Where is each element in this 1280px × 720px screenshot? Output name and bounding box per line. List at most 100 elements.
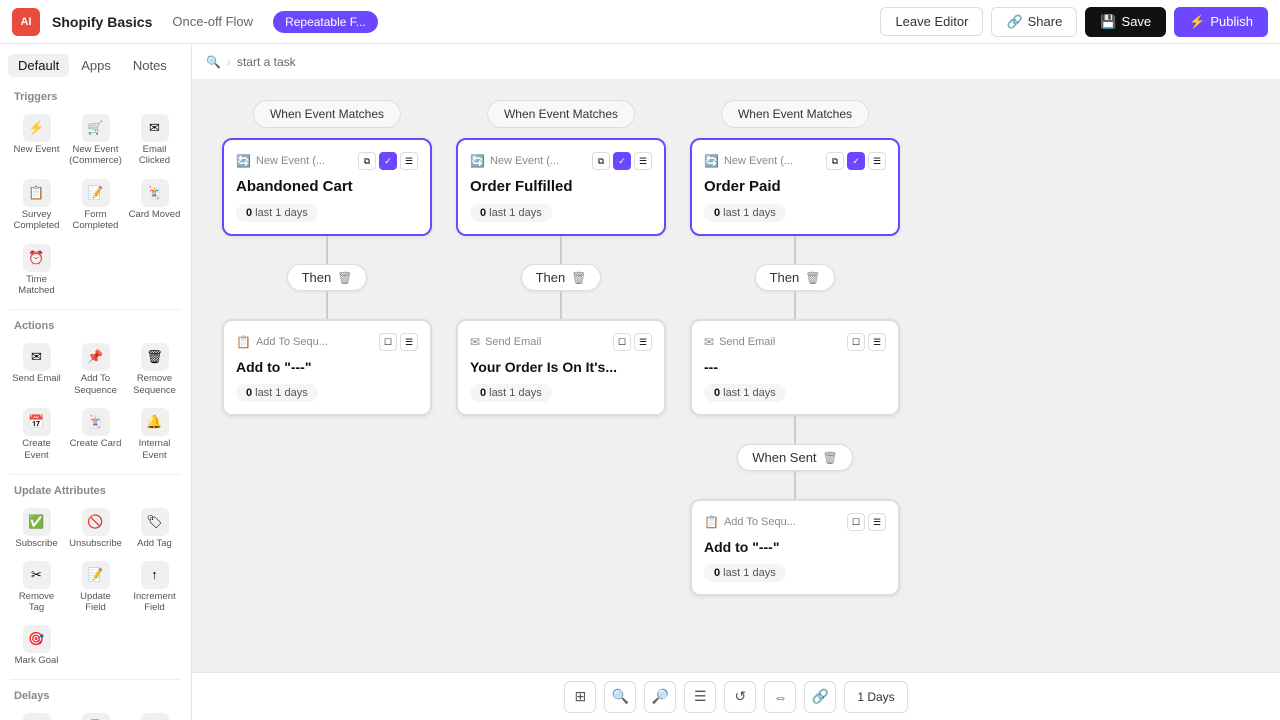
toolbar-zoom-in-btn[interactable]: 🔍: [604, 681, 636, 713]
card-moved-icon: 🃏: [141, 179, 169, 207]
update-field-icon: 📝: [82, 561, 110, 589]
second-action-node-3[interactable]: 📋 Add To Sequ... ☐ ☰ Add to "---" 0 last…: [690, 499, 900, 596]
action-node-3-title: Send Email: [719, 336, 842, 348]
sidebar-item-snooze[interactable]: 💤 Snooze: [126, 708, 183, 720]
node2-copy-btn[interactable]: ⧉: [592, 152, 610, 170]
mark-goal-icon: 🎯: [23, 625, 51, 653]
toolbar-merge-btn[interactable]: ⇔: [764, 681, 796, 713]
sidebar-item-send-email[interactable]: ✉ Send Email: [8, 338, 65, 401]
tab-default[interactable]: Default: [8, 54, 69, 77]
sidebar-item-internal-event[interactable]: 🔔 Internal Event: [126, 403, 183, 466]
form-completed-label: Form Completed: [69, 209, 122, 232]
action-node-1-title: Add To Sequ...: [256, 336, 374, 348]
sidebar-item-gate[interactable]: 🚪 Gate: [67, 708, 124, 720]
sidebar-item-mark-goal[interactable]: 🎯 Mark Goal: [8, 620, 65, 671]
sidebar-item-unsubscribe[interactable]: 🚫 Unsubscribe: [67, 503, 124, 554]
publish-button[interactable]: ⚡ Publish: [1174, 7, 1268, 37]
action1-menu-btn[interactable]: ☰: [400, 333, 418, 351]
action-node-1-body: Add to "---": [236, 359, 418, 375]
action-node-2[interactable]: ✉ Send Email ☐ ☰ Your Order Is On It's..…: [456, 319, 666, 416]
sidebar-item-new-event[interactable]: ⚡ New Event: [8, 109, 65, 172]
sidebar-item-subscribe[interactable]: ✅ Subscribe: [8, 503, 65, 554]
node3-menu-btn[interactable]: ☰: [868, 152, 886, 170]
node1-check-btn[interactable]: ✓: [379, 152, 397, 170]
action-node-3-icon: ✉: [704, 335, 714, 349]
toolbar-list-btn[interactable]: ☰: [684, 681, 716, 713]
topbar: AI Shopify Basics Once-off Flow Repeatab…: [0, 0, 1280, 44]
toolbar-refresh-btn[interactable]: ↺: [724, 681, 756, 713]
flow-columns: When Event Matches 🔄 New Event (... ⧉ ✓ …: [222, 100, 1250, 596]
trigger-node-2-body: Order Fulfilled: [470, 178, 652, 195]
card-moved-label: Card Moved: [129, 209, 181, 220]
sidebar-item-card-moved[interactable]: 🃏 Card Moved: [126, 174, 183, 237]
toolbar-grid-btn[interactable]: ⊞: [564, 681, 596, 713]
sidebar-item-new-event-commerce[interactable]: 🛒 New Event (Commerce): [67, 109, 124, 172]
tab-repeatable[interactable]: Repeatable F...: [273, 11, 378, 33]
sidebar-item-update-field[interactable]: 📝 Update Field: [67, 556, 124, 618]
then-badge-1[interactable]: Then 🗑: [287, 264, 368, 291]
when-sent-badge[interactable]: When Sent 🗑: [737, 444, 853, 471]
subscribe-icon: ✅: [23, 508, 51, 536]
action3-check-btn[interactable]: ☐: [847, 333, 865, 351]
action-node-1[interactable]: 📋 Add To Sequ... ☐ ☰ Add to "---" 0 last…: [222, 319, 432, 416]
actions-grid: ✉ Send Email 📌 Add To Sequence 🗑 Remove …: [0, 336, 191, 468]
action-node-2-body: Your Order Is On It's...: [470, 359, 652, 375]
tab-apps[interactable]: Apps: [71, 54, 121, 77]
sidebar-item-create-event[interactable]: 📅 Create Event: [8, 403, 65, 466]
send-email-icon: ✉: [23, 343, 51, 371]
sidebar-item-time-matched[interactable]: ⏰ Time Matched: [8, 239, 65, 302]
tab-notes[interactable]: Notes: [123, 54, 177, 77]
tab-once-off[interactable]: Once-off Flow: [164, 10, 261, 33]
action2-menu-btn[interactable]: ☰: [634, 333, 652, 351]
action-node-3[interactable]: ✉ Send Email ☐ ☰ --- 0 last 1 days: [690, 319, 900, 416]
trigger-node-2-icon: 🔄: [470, 154, 485, 168]
then-badge-2[interactable]: Then 🗑: [521, 264, 602, 291]
sidebar-item-form-completed[interactable]: 📝 Form Completed: [67, 174, 124, 237]
share-button[interactable]: 🔗 Share: [991, 7, 1077, 37]
sidebar-item-create-card[interactable]: 🃏 Create Card: [67, 403, 124, 466]
trigger-node-1-title: New Event (...: [256, 155, 353, 167]
second-action-3-title: Add To Sequ...: [724, 516, 842, 528]
node2-check-btn[interactable]: ✓: [613, 152, 631, 170]
trigger-node-2[interactable]: 🔄 New Event (... ⧉ ✓ ☰ Order Fulfilled 0: [456, 138, 666, 236]
toolbar-link-btn[interactable]: 🔗: [804, 681, 836, 713]
trigger-label-2: When Event Matches: [487, 100, 635, 128]
action1-check-btn[interactable]: ☐: [379, 333, 397, 351]
node1-menu-btn[interactable]: ☰: [400, 152, 418, 170]
breadcrumb-bar: 🔍 › start a task: [192, 44, 1280, 80]
save-button[interactable]: 💾 Save: [1085, 7, 1166, 37]
toolbar-days-btn[interactable]: 1 Days: [844, 681, 907, 713]
sidebar-item-increment-field[interactable]: ↑ Increment Field: [126, 556, 183, 618]
action3-menu-btn[interactable]: ☰: [868, 333, 886, 351]
sidebar-item-remove-sequence[interactable]: 🗑 Remove Sequence: [126, 338, 183, 401]
snooze-icon: 💤: [141, 713, 169, 720]
node1-copy-btn[interactable]: ⧉: [358, 152, 376, 170]
sidebar-item-survey-completed[interactable]: 📋 Survey Completed: [8, 174, 65, 237]
node3-copy-btn[interactable]: ⧉: [826, 152, 844, 170]
action-node-2-icon: ✉: [470, 335, 480, 349]
then-badge-3[interactable]: Then 🗑: [755, 264, 836, 291]
new-event-commerce-icon: 🛒: [82, 114, 110, 142]
trigger-node-1[interactable]: 🔄 New Event (... ⧉ ✓ ☰ Abandoned Cart 0 …: [222, 138, 432, 236]
trigger-node-3[interactable]: 🔄 New Event (... ⧉ ✓ ☰ Order Paid 0 last: [690, 138, 900, 236]
sidebar-item-add-to-sequence[interactable]: 📌 Add To Sequence: [67, 338, 124, 401]
action-node-3-body: ---: [704, 359, 886, 375]
add-tag-label: Add Tag: [137, 538, 172, 549]
sidebar-item-email-clicked[interactable]: ✉ Email Clicked: [126, 109, 183, 172]
sidebar-item-remove-tag[interactable]: ✂ Remove Tag: [8, 556, 65, 618]
leave-editor-button[interactable]: Leave Editor: [880, 7, 983, 36]
sidebar-item-delay[interactable]: ⏱ Delay: [8, 708, 65, 720]
action2-check-btn[interactable]: ☐: [613, 333, 631, 351]
update-attributes-grid: ✅ Subscribe 🚫 Unsubscribe 🏷 Add Tag ✂ Re…: [0, 501, 191, 673]
remove-sequence-icon: 🗑: [141, 343, 169, 371]
sidebar-item-add-tag[interactable]: 🏷 Add Tag: [126, 503, 183, 554]
create-card-label: Create Card: [70, 438, 122, 449]
trigger-node-3-stats: 0 last 1 days: [704, 204, 786, 222]
action3b-check-btn[interactable]: ☐: [847, 513, 865, 531]
toolbar-zoom-out-btn[interactable]: 🔎: [644, 681, 676, 713]
when-sent-trash-icon: 🗑: [823, 451, 838, 465]
node2-menu-btn[interactable]: ☰: [634, 152, 652, 170]
node3-check-btn[interactable]: ✓: [847, 152, 865, 170]
breadcrumb-text: start a task: [237, 55, 296, 69]
action3b-menu-btn[interactable]: ☰: [868, 513, 886, 531]
